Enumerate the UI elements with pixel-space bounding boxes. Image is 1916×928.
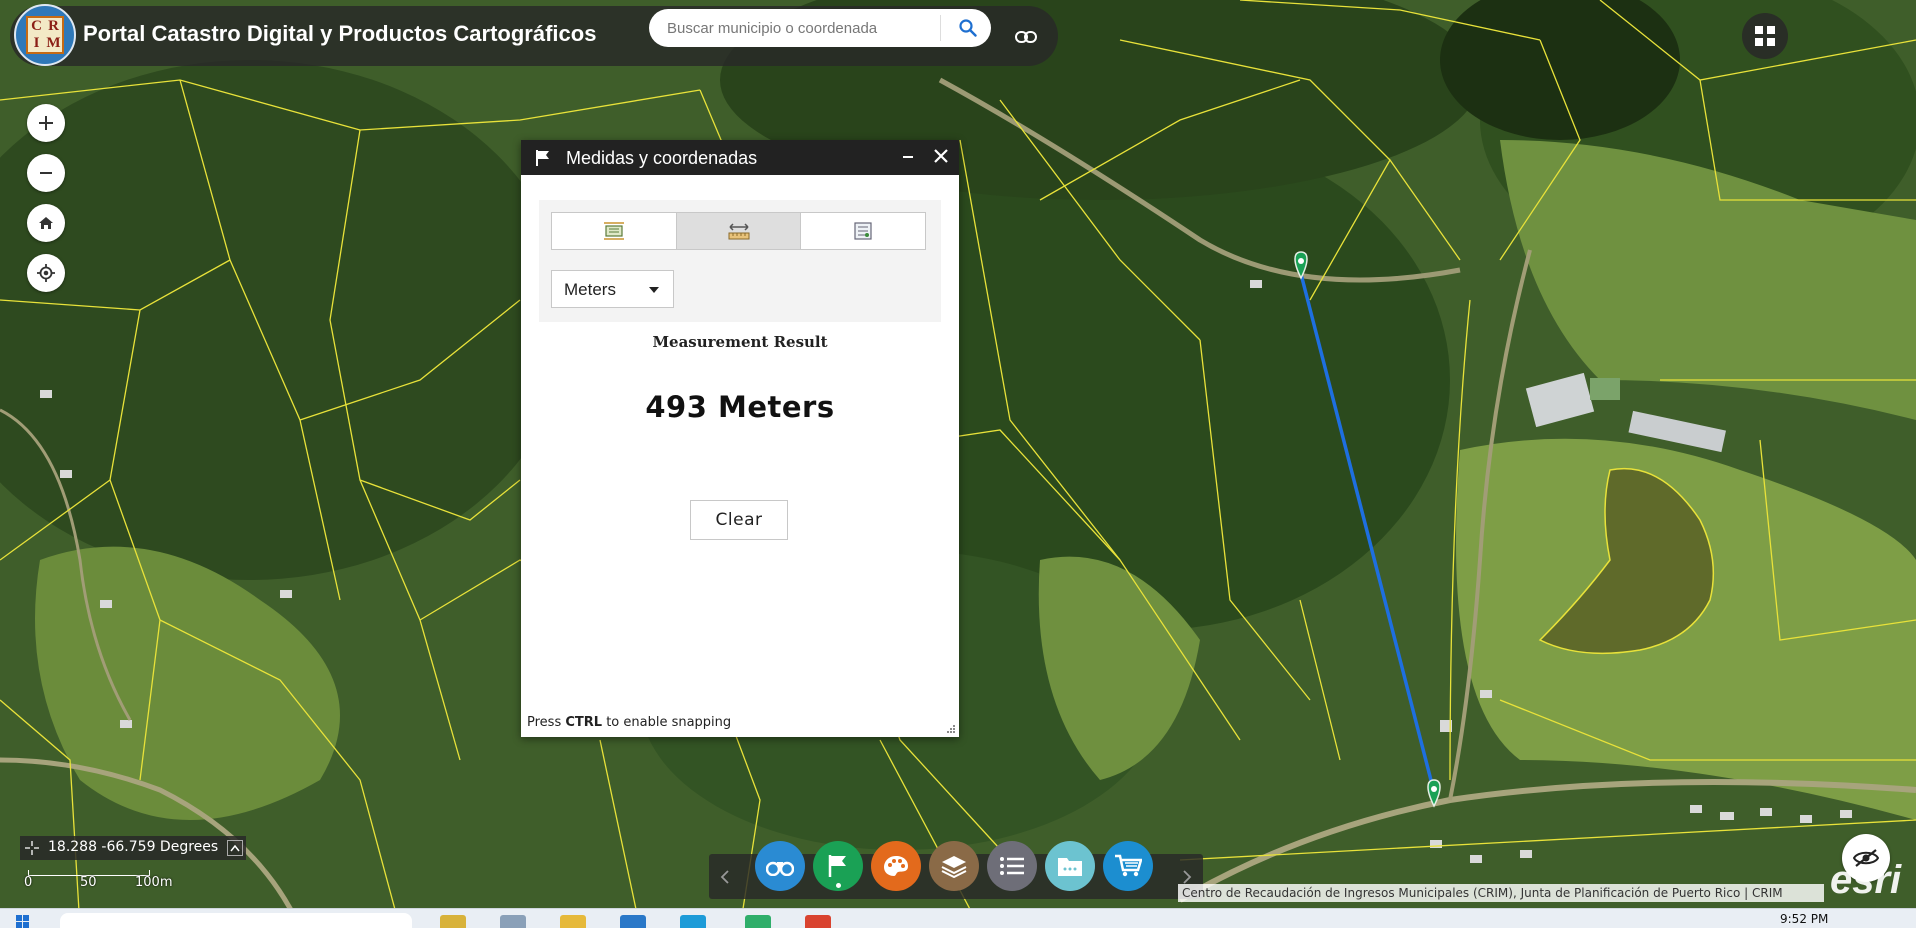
logo-letter: M: [46, 35, 61, 51]
dock-item-legend[interactable]: [987, 841, 1037, 891]
grid-icon: [1755, 26, 1775, 46]
result-value: 493 Meters: [645, 390, 835, 424]
panel-title: Medidas y coordenadas: [566, 148, 758, 168]
app-title: Portal Catastro Digital y Productos Cart…: [83, 21, 597, 46]
coordinate-toggle-button[interactable]: [227, 840, 243, 856]
chevron-right-icon: [1183, 869, 1192, 884]
search-button[interactable]: [954, 15, 982, 41]
resize-grip-icon[interactable]: [946, 724, 956, 734]
crim-logo-mark: C R I M: [26, 16, 64, 54]
home-button[interactable]: [27, 204, 65, 242]
scale-bar: 0 50 100m: [24, 870, 174, 892]
cart-icon: [1115, 854, 1142, 877]
minimize-icon: [903, 156, 913, 158]
flag-icon: [828, 855, 846, 877]
measure-tool-group: [551, 212, 926, 250]
area-tool-button[interactable]: [552, 213, 677, 249]
result-label: Measurement Result: [652, 333, 828, 351]
taskbar-app-icon[interactable]: [680, 915, 706, 928]
clear-button[interactable]: Clear: [690, 500, 788, 540]
dock-item-search[interactable]: [755, 841, 805, 891]
snap-hint-suffix: to enable snapping: [602, 715, 732, 730]
crosshair-icon: [25, 841, 39, 855]
coordinate-readout: 18.288 -66.759 Degrees: [20, 836, 246, 860]
binoculars-icon: [766, 861, 794, 876]
active-widget-indicator: [836, 883, 841, 888]
location-tool-button[interactable]: [801, 213, 925, 249]
taskbar-app-icon[interactable]: [500, 915, 526, 928]
home-icon: [39, 217, 53, 229]
snapping-hint: Press CTRL to enable snapping: [527, 715, 731, 730]
plus-icon: [39, 116, 53, 130]
layers-icon: [941, 856, 967, 878]
unit-select[interactable]: Meters: [551, 270, 674, 308]
close-icon: [934, 149, 948, 163]
taskbar-app-icon[interactable]: [620, 915, 646, 928]
scale-label: 100m: [135, 875, 173, 890]
search-icon: [959, 19, 977, 37]
taskbar-app-icon[interactable]: [560, 915, 586, 928]
taskbar-app-icon[interactable]: [440, 915, 466, 928]
palette-icon: [884, 856, 908, 876]
esri-logo: esri: [1830, 858, 1902, 902]
search-box: [649, 9, 991, 47]
minimize-button[interactable]: [897, 144, 919, 168]
dock-item-files[interactable]: [1045, 841, 1095, 891]
taskbar-search[interactable]: [60, 913, 412, 928]
minus-icon: [40, 172, 52, 174]
distance-tool-button[interactable]: [676, 213, 802, 249]
folder-icon: [1058, 858, 1082, 876]
scale-label: 50: [80, 875, 97, 890]
area-measure-icon: [603, 222, 624, 240]
chevron-down-icon: [649, 287, 659, 293]
snap-hint-prefix: Press: [527, 715, 566, 730]
logo-letter: C: [31, 18, 42, 34]
locate-icon: [37, 264, 55, 282]
zoom-out-button[interactable]: [27, 154, 65, 192]
taskbar-clock: 9:52 PM: [1780, 912, 1829, 926]
zoom-in-button[interactable]: [27, 104, 65, 142]
snap-hint-key: CTRL: [565, 715, 603, 730]
app-launcher-button[interactable]: [1742, 13, 1788, 59]
taskbar-app-icon[interactable]: [805, 915, 831, 928]
search-divider: [940, 15, 941, 41]
share-link-button[interactable]: [1012, 25, 1040, 49]
link-icon: [1015, 31, 1037, 43]
scale-label: 0: [24, 875, 33, 890]
location-measure-icon: [854, 222, 872, 240]
search-input[interactable]: [667, 15, 947, 41]
app-logo: C R I M: [14, 4, 76, 66]
dock-prev-button[interactable]: [711, 854, 739, 899]
coordinate-text: 18.288 -66.759 Degrees: [48, 839, 219, 855]
chevron-up-icon: [230, 844, 240, 852]
unit-select-value: Meters: [564, 280, 616, 299]
distance-measure-icon: [728, 223, 749, 240]
flag-icon: [536, 150, 549, 166]
widget-dock: [709, 841, 1203, 899]
measurement-panel: Medidas y coordenadas Meters Measurement…: [521, 140, 959, 737]
locate-button[interactable]: [27, 254, 65, 292]
os-taskbar: 9:52 PM: [0, 908, 1916, 928]
panel-header[interactable]: Medidas y coordenadas: [521, 140, 959, 175]
list-icon: [1000, 857, 1024, 875]
close-button[interactable]: [929, 143, 953, 169]
dock-item-layers[interactable]: [929, 841, 979, 891]
logo-letter: I: [33, 35, 40, 51]
windows-start-icon[interactable]: [16, 915, 30, 928]
chevron-left-icon: [720, 869, 729, 884]
map-attribution: Centro de Recaudación de Ingresos Munici…: [1178, 884, 1824, 902]
logo-letter: R: [48, 18, 59, 34]
dock-item-basemap[interactable]: [871, 841, 921, 891]
dock-item-cart[interactable]: [1103, 841, 1153, 891]
taskbar-app-icon[interactable]: [745, 915, 771, 928]
measure-tools-area: Meters: [539, 200, 941, 322]
